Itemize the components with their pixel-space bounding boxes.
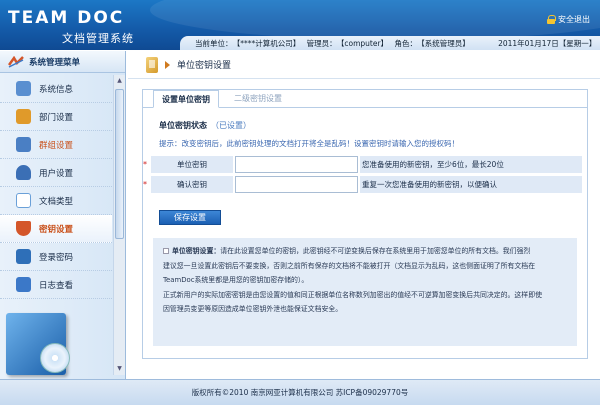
main-content: 单位密钥设置 设置单位密钥 二级密钥设置 单位密钥状态 （已设置） 提示：改变密钥… — [128, 51, 600, 379]
unit-key-row: * 单位密钥 您准备使用的新密钥，至少6位，最长20位 — [143, 156, 582, 173]
sidebar-item-label: 日志查看 — [39, 280, 74, 291]
scroll-down-icon[interactable]: ▼ — [115, 364, 124, 374]
sidebar-item-label: 系统信息 — [39, 84, 74, 95]
tab-secondary-key[interactable]: 二级密钥设置 — [223, 90, 293, 108]
key-status-label: 单位密钥状态 — [159, 121, 207, 130]
logout-link[interactable]: 安全退出 — [547, 14, 590, 25]
note-line: 建议您一旦设置此密钥后不要变换，否则之前所有保存的文档将不能被打开（文档显示为乱… — [163, 261, 536, 270]
org-chart-icon — [16, 109, 31, 124]
sidebar-item-label: 登录密码 — [39, 252, 74, 263]
app-header: TEAM DOC 文档管理系统 安全退出 当前单位： 【****计算机公司】 管理… — [0, 0, 600, 50]
sidebar-item-label: 部门设置 — [39, 112, 74, 123]
monitor-login-icon — [16, 249, 31, 264]
required-marker: * — [143, 160, 147, 169]
tab-unit-key[interactable]: 设置单位密钥 — [153, 90, 219, 108]
note-line: 正式新用户的实际加密密钥是由您设置的值和同正根据单位名称数列加密出的值经不可逆算… — [163, 290, 542, 299]
folder-icon — [146, 56, 158, 73]
footer: 版权所有©2010 南京网亚计算机有限公司 苏ICP备09029770号 — [0, 379, 600, 405]
save-button[interactable]: 保存设置 — [159, 210, 221, 225]
log-book-icon — [16, 277, 31, 292]
sidebar-item-group[interactable]: 群组设置 — [0, 131, 112, 159]
arrow-right-icon — [165, 60, 170, 69]
note-heading: 单位密钥设置： — [172, 247, 221, 255]
unit-key-input[interactable] — [235, 156, 358, 173]
shield-key-icon — [16, 221, 31, 236]
product-box-image — [6, 313, 70, 375]
unit-label: 当前单位： — [195, 39, 233, 48]
sidebar-item-system-info[interactable]: 系统信息 — [0, 75, 112, 103]
sidebar-title: 系统管理菜单 — [0, 51, 125, 73]
menu-logo-icon — [8, 55, 24, 68]
unit-key-label: 单位密钥 — [151, 156, 233, 173]
document-type-icon — [16, 193, 31, 208]
confirm-key-label: 确认密钥 — [151, 176, 233, 193]
note-line: TeamDoc系统里都是用您的密钥加密存储的）。 — [163, 276, 309, 284]
user-info-bar: 当前单位： 【****计算机公司】 管理员： 【computer】 角色： 【系统管理… — [180, 36, 600, 50]
current-date: 2011年01月17日【星期一】 — [498, 39, 597, 48]
role-value: 【系统管理员】 — [420, 39, 470, 48]
sidebar-item-user[interactable]: 用户设置 — [0, 159, 112, 187]
note-checkbox-icon — [163, 248, 169, 254]
confirm-key-hint: 重复一次您准备使用的新密钥，以便确认 — [360, 176, 582, 193]
required-marker: * — [143, 180, 147, 189]
logout-label: 安全退出 — [558, 15, 590, 24]
confirm-key-input[interactable] — [235, 176, 358, 193]
sidebar-item-log[interactable]: 日志查看 — [0, 271, 112, 299]
sidebar-item-login-password[interactable]: 登录密码 — [0, 243, 112, 271]
sidebar-item-department[interactable]: 部门设置 — [0, 103, 112, 131]
cd-disc-image — [40, 343, 70, 373]
scroll-thumb[interactable] — [115, 89, 124, 239]
sidebar-item-key-settings[interactable]: 密钥设置 — [0, 215, 112, 243]
confirm-key-row: * 确认密钥 重复一次您准备使用的新密钥，以便确认 — [143, 176, 582, 193]
logo: TEAM DOC — [8, 8, 125, 28]
page-title: 单位密钥设置 — [177, 61, 232, 71]
sidebar-menu: 系统信息 部门设置 群组设置 用户设置 文档类型 密钥设置 登录密码 日志查看 — [0, 75, 112, 299]
settings-panel: 设置单位密钥 二级密钥设置 单位密钥状态 （已设置） 提示：改变密钥后，此前密钥处… — [142, 89, 588, 359]
sidebar-item-label: 文档类型 — [39, 196, 74, 207]
document-list-icon — [16, 81, 31, 96]
unit-value: 【****计算机公司】 — [236, 39, 301, 48]
note-line: 请在此设置您单位的密钥，此密钥经不可逆变换后保存在系统里用于加密您单位的所有文档… — [220, 247, 531, 255]
sidebar-item-label: 用户设置 — [39, 168, 74, 179]
lock-icon — [547, 15, 556, 24]
sidebar-scrollbar[interactable]: ▲ ▼ — [113, 75, 125, 375]
sidebar-item-label: 密钥设置 — [39, 224, 74, 235]
sidebar-item-doc-type[interactable]: 文档类型 — [0, 187, 112, 215]
header-decoration — [150, 0, 600, 40]
admin-value: 【computer】 — [340, 39, 389, 48]
user-icon — [16, 165, 31, 180]
app-subtitle: 文档管理系统 — [62, 32, 134, 45]
admin-label: 管理员： — [306, 39, 337, 48]
note-line: 因管理员变更等原因造成单位密钥外泄也能保证文档安全。 — [163, 305, 343, 313]
unit-key-hint: 您准备使用的新密钥，至少6位，最长20位 — [360, 156, 582, 173]
role-label: 角色： — [394, 39, 417, 48]
page-header: 单位密钥设置 — [128, 51, 600, 79]
help-note: 单位密钥设置：请在此设置您单位的密钥，此密钥经不可逆变换后保存在系统里用于加密您… — [153, 238, 577, 346]
sidebar: 系统管理菜单 系统信息 部门设置 群组设置 用户设置 文档类型 密钥设置 登录密… — [0, 51, 126, 379]
sidebar-title-label: 系统管理菜单 — [29, 57, 81, 68]
warning-tip: 提示：改变密钥后，此前密钥处理的文档打开将全是乱码！设置密钥时请输入您的授权码！ — [159, 139, 459, 148]
sidebar-item-label: 群组设置 — [39, 140, 74, 151]
scroll-up-icon[interactable]: ▲ — [115, 76, 124, 86]
tab-bar: 设置单位密钥 二级密钥设置 — [143, 90, 587, 108]
key-status-value: （已设置） — [211, 121, 251, 130]
group-users-icon — [16, 137, 31, 152]
key-status-heading: 单位密钥状态 （已设置） — [159, 120, 251, 131]
